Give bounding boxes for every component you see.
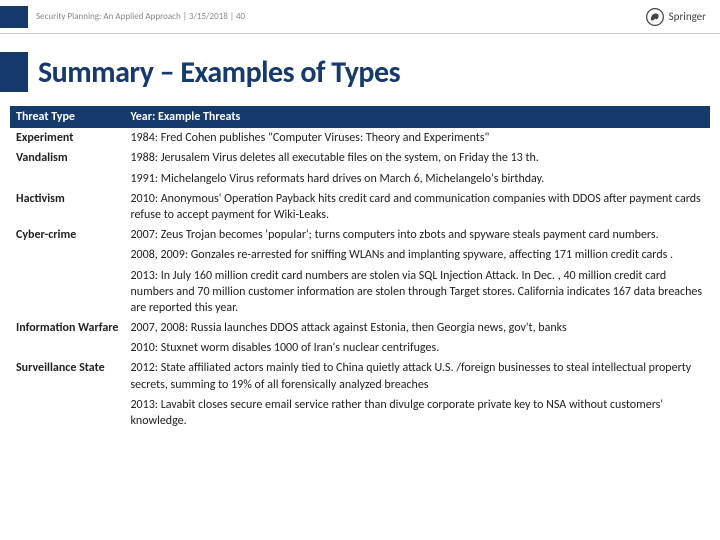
threat-text: 2010: Stuxnet worm disables 1000 of Iran… [124,338,710,358]
threat-text: 1988: Jerusalem Virus deletes all execut… [124,148,710,168]
table-row: Hactivism2010: Anonymous' Operation Payb… [10,189,710,225]
table-row: Information Warfare2007, 2008: Russia la… [10,318,710,338]
threat-label: Cyber-crime [10,225,124,245]
header-meta-text: Security Planning: An Applied Approach |… [36,11,245,22]
page-title: Summary – Examples of Types [38,54,400,91]
threat-label [10,169,124,189]
threat-text: 1984: Fred Cohen publishes "Computer Vir… [124,128,710,148]
threat-label: Experiment [10,128,124,148]
title-block: Summary – Examples of Types [0,52,720,92]
threat-text: 2010: Anonymous' Operation Payback hits … [124,189,710,225]
table-row: Experiment1984: Fred Cohen publishes "Co… [10,128,710,148]
threat-label [10,245,124,265]
header-accent-block [0,6,28,28]
threat-text: 2012: State affiliated actors mainly tie… [124,358,710,394]
brand-name: Springer [669,10,706,23]
table-row: 2010: Stuxnet worm disables 1000 of Iran… [10,338,710,358]
table-row: 2008, 2009: Gonzales re-arrested for sni… [10,245,710,265]
threat-label: Hactivism [10,189,124,225]
threat-label [10,266,124,319]
slide-header: Security Planning: An Applied Approach |… [0,0,720,34]
table-row: 1991: Michelangelo Virus reformats hard … [10,169,710,189]
threat-text: 1991: Michelangelo Virus reformats hard … [124,169,710,189]
threat-types-table: Threat Type Year: Example Threats Experi… [10,106,710,431]
table-row: Vandalism1988: Jerusalem Virus deletes a… [10,148,710,168]
table-row: Surveillance State2012: State affiliated… [10,358,710,394]
threat-label [10,395,124,431]
table-header-row: Threat Type Year: Example Threats [10,106,710,128]
threat-text: 2013: In July 160 million credit card nu… [124,266,710,319]
col-example-threats: Year: Example Threats [124,106,710,128]
table-row: Cyber-crime2007: Zeus Trojan becomes 'po… [10,225,710,245]
threat-label [10,338,124,358]
threat-label: Vandalism [10,148,124,168]
threat-text: 2007: Zeus Trojan becomes 'popular'; tur… [124,225,710,245]
threat-text: 2007, 2008: Russia launches DDOS attack … [124,318,710,338]
threat-label: Surveillance State [10,358,124,394]
springer-horse-icon [645,7,665,27]
col-threat-type: Threat Type [10,106,124,128]
table-row: 2013: In July 160 million credit card nu… [10,266,710,319]
threat-text: 2008, 2009: Gonzales re-arrested for sni… [124,245,710,265]
brand-logo: Springer [645,7,706,27]
table-row: 2013: Lavabit closes secure email servic… [10,395,710,431]
header-left: Security Planning: An Applied Approach |… [0,6,245,28]
threat-label: Information Warfare [10,318,124,338]
title-accent [0,52,28,92]
threat-text: 2013: Lavabit closes secure email servic… [124,395,710,431]
